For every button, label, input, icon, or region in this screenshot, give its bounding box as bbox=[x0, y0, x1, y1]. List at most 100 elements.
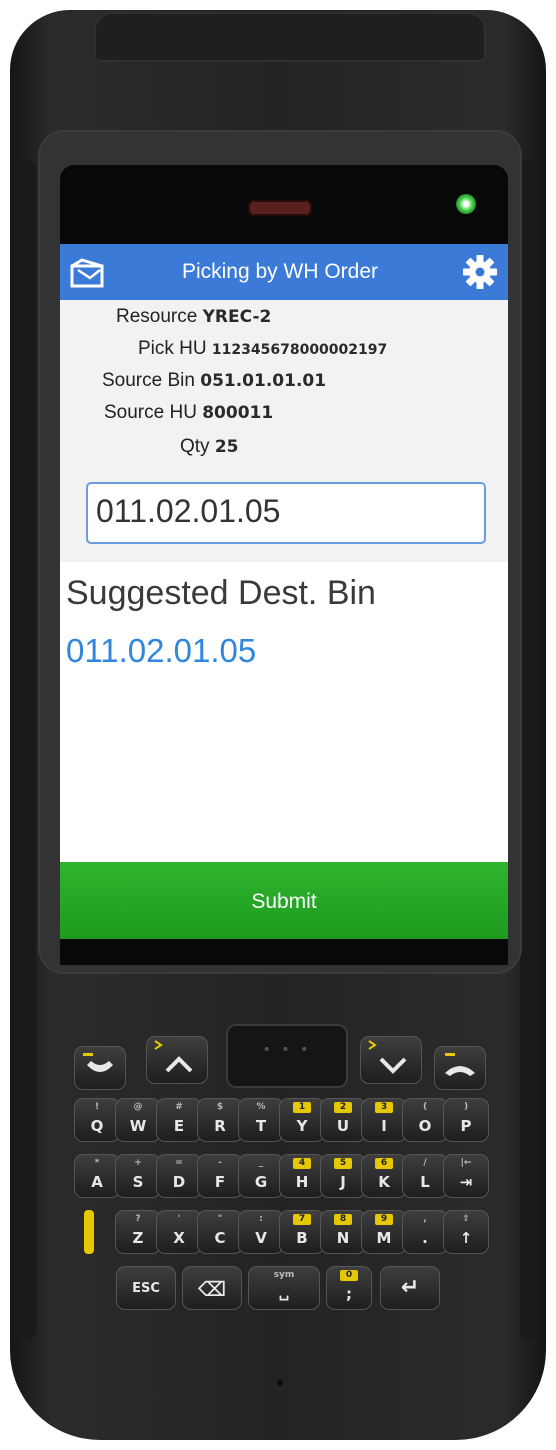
key-main-label: V bbox=[255, 1229, 267, 1247]
key-main-label: K bbox=[378, 1173, 390, 1191]
key-main-label: F bbox=[214, 1173, 226, 1191]
detail-label: Qty bbox=[180, 436, 210, 457]
key-sub-label: 2 bbox=[334, 1102, 352, 1113]
key-shift[interactable]: ⇧ ↑ bbox=[443, 1210, 489, 1254]
key-t[interactable]: % T bbox=[238, 1098, 284, 1142]
end-call-key[interactable] bbox=[434, 1046, 486, 1090]
key-semicolon[interactable]: 0; bbox=[326, 1266, 372, 1310]
speaker-grille bbox=[248, 200, 312, 216]
key-q[interactable]: ! Q bbox=[74, 1098, 120, 1142]
key-main-label: ↑ bbox=[459, 1229, 473, 1247]
key-main-label: ⌫ bbox=[197, 1277, 227, 1301]
device-top-cap bbox=[94, 12, 486, 62]
detail-row-source-bin: Source Bin 051.01.01.01 bbox=[102, 370, 326, 392]
key-tab[interactable]: |← ⇥ bbox=[443, 1154, 489, 1198]
key-l[interactable]: / L bbox=[402, 1154, 448, 1198]
detail-label: Resource bbox=[116, 306, 198, 327]
dest-bin-input[interactable] bbox=[88, 484, 484, 538]
key-sub-label: 0 bbox=[340, 1270, 358, 1281]
key-i[interactable]: 3I bbox=[361, 1098, 407, 1142]
key-w[interactable]: @ W bbox=[115, 1098, 161, 1142]
dest-bin-input-wrapper bbox=[86, 482, 486, 544]
key-sub-label: + bbox=[134, 1158, 142, 1168]
key-main-label: ⇥ bbox=[459, 1173, 473, 1191]
key-main-label: J bbox=[340, 1173, 346, 1191]
key-sub-label: _ bbox=[258, 1158, 264, 1168]
key-r[interactable]: $ R bbox=[197, 1098, 243, 1142]
nav-center-key[interactable]: • • • bbox=[226, 1024, 348, 1088]
key-sub-label: 3 bbox=[375, 1102, 393, 1113]
key-sub-label: 4 bbox=[293, 1158, 311, 1169]
key-s[interactable]: + S bbox=[115, 1154, 161, 1198]
key-d[interactable]: = D bbox=[156, 1154, 202, 1198]
key-u[interactable]: 2U bbox=[320, 1098, 366, 1142]
screen-bottom-bezel bbox=[60, 939, 508, 965]
key-main-label: N bbox=[336, 1229, 350, 1247]
status-led bbox=[456, 194, 476, 214]
key-b[interactable]: 7B bbox=[279, 1210, 325, 1254]
key-sub-label: - bbox=[218, 1158, 222, 1168]
detail-value: 051.01.01.01 bbox=[200, 371, 327, 391]
detail-value: 25 bbox=[214, 437, 239, 457]
key-f[interactable]: -F bbox=[197, 1154, 243, 1198]
key-esc[interactable]: ESC bbox=[116, 1266, 176, 1310]
shift-indicator-bar bbox=[84, 1210, 94, 1254]
page-title: Picking by WH Order bbox=[181, 260, 379, 283]
key-main-label: ␣ bbox=[278, 1283, 290, 1301]
key-sub-label: ! bbox=[94, 1102, 100, 1112]
key-space[interactable]: sym ␣ bbox=[248, 1266, 320, 1310]
call-key[interactable] bbox=[74, 1046, 126, 1090]
detail-value: 112345678000002197 bbox=[211, 342, 388, 358]
key-main-label: Z bbox=[132, 1229, 144, 1247]
key-sub-label: 5 bbox=[334, 1158, 352, 1169]
nav-right-down-key[interactable] bbox=[360, 1036, 422, 1084]
device-right-grip bbox=[520, 160, 536, 1340]
key-main-label: S bbox=[132, 1173, 144, 1191]
key-p[interactable]: ) P bbox=[443, 1098, 489, 1142]
nav-left-up-key[interactable] bbox=[146, 1036, 208, 1084]
detail-value: YREC-2 bbox=[202, 307, 272, 327]
exit-door-icon[interactable] bbox=[68, 256, 108, 290]
key-sub-label: ) bbox=[463, 1102, 469, 1112]
detail-label: Source HU bbox=[104, 402, 197, 423]
key-main-label: W bbox=[129, 1117, 147, 1135]
key-a[interactable]: * A bbox=[74, 1154, 120, 1198]
key-o[interactable]: (O bbox=[402, 1098, 448, 1142]
key-main-label: I bbox=[381, 1117, 387, 1135]
key-sub-label: , bbox=[423, 1214, 427, 1224]
key-j[interactable]: 5J bbox=[320, 1154, 366, 1198]
key-sub-label: : bbox=[259, 1214, 263, 1224]
key-main-label: Q bbox=[90, 1117, 104, 1135]
key-m[interactable]: 9M bbox=[361, 1210, 407, 1254]
key-v[interactable]: :V bbox=[238, 1210, 284, 1254]
key-n[interactable]: 8N bbox=[320, 1210, 366, 1254]
key-main-label: O bbox=[418, 1117, 432, 1135]
key-y[interactable]: 1Y bbox=[279, 1098, 325, 1142]
key-backspace[interactable]: ⌫ bbox=[182, 1266, 242, 1310]
key-g[interactable]: _ G bbox=[238, 1154, 284, 1198]
key-main-label: P bbox=[460, 1117, 472, 1135]
key-sub-label: # bbox=[175, 1102, 183, 1112]
key-k[interactable]: 6K bbox=[361, 1154, 407, 1198]
key-e[interactable]: # E bbox=[156, 1098, 202, 1142]
key-main-label: . bbox=[422, 1229, 428, 1247]
key-main-label: C bbox=[214, 1229, 226, 1247]
key-x[interactable]: ' X bbox=[156, 1210, 202, 1254]
key-sub-label: $ bbox=[216, 1102, 224, 1112]
detail-row-resource: Resource YREC-2 bbox=[116, 306, 271, 328]
submit-button[interactable]: Submit bbox=[60, 862, 508, 939]
gear-icon[interactable] bbox=[462, 254, 498, 290]
key-period[interactable]: ,. bbox=[402, 1210, 448, 1254]
key-h[interactable]: 4H bbox=[279, 1154, 325, 1198]
key-main-label: M bbox=[376, 1229, 392, 1247]
key-main-label: U bbox=[336, 1117, 350, 1135]
key-sub-label: 1 bbox=[293, 1102, 311, 1113]
key-z[interactable]: ? Z bbox=[115, 1210, 161, 1254]
title-bar: Picking by WH Order bbox=[60, 244, 508, 300]
key-c[interactable]: " C bbox=[197, 1210, 243, 1254]
hardware-keypad: • • • ! Q @ W # E $ R % T 1Y 2U 3I (O ) P * A +… bbox=[40, 1010, 516, 1340]
key-main-label: R bbox=[214, 1117, 226, 1135]
key-enter[interactable]: ↵ bbox=[380, 1266, 440, 1310]
chevron-down-icon bbox=[368, 1040, 407, 1074]
key-main-label: E bbox=[173, 1117, 185, 1135]
